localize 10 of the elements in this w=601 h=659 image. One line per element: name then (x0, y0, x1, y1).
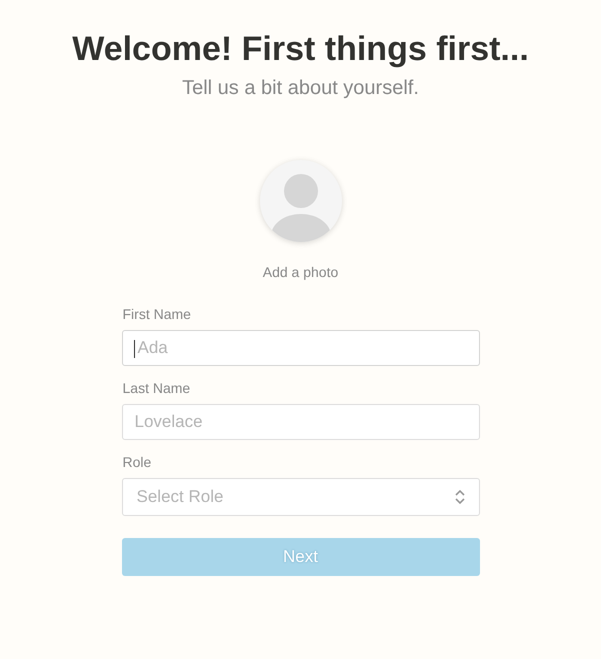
field-label: First Name (122, 306, 192, 322)
chevron-up-down-icon (454, 490, 464, 504)
text-field[interactable]: Ada (122, 330, 480, 366)
add-photo-link[interactable]: Add a photo (262, 264, 338, 280)
field-label: Last Name (122, 380, 192, 396)
page-title: Welcome! First things first... (72, 30, 529, 69)
role-select[interactable]: Select Role (122, 478, 480, 516)
page-subtitle: Tell us a bit about yourself. (182, 77, 419, 100)
text-field[interactable]: Lovelace (122, 404, 480, 440)
field-label: Role (122, 454, 152, 470)
